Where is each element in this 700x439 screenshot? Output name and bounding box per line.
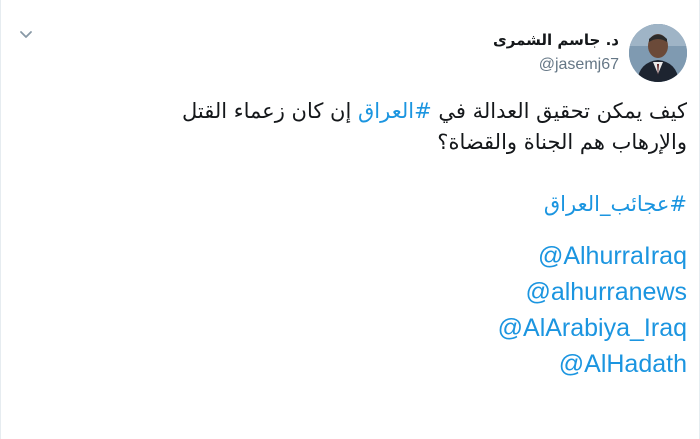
- author-names: د. جاسم الشمرى @jasemj67: [493, 30, 619, 76]
- hashtag-iraq-link[interactable]: #العراق: [358, 99, 432, 123]
- tweet-line-1-pre: كيف يمكن تحقيق العدالة في: [438, 99, 687, 123]
- tweet-line-1: كيف يمكن تحقيق العدالة في #العراق إن كان…: [27, 96, 687, 127]
- tweet-text: كيف يمكن تحقيق العدالة في #العراق إن كان…: [27, 96, 687, 382]
- mention-link[interactable]: @AlHadath: [27, 346, 687, 382]
- hashtag-line: #عجائب_العراق: [27, 189, 687, 220]
- avatar-image: [629, 24, 687, 82]
- author-display-name[interactable]: د. جاسم الشمرى: [493, 30, 619, 50]
- tweet-line-1-post: إن كان زعماء القتل: [182, 99, 352, 123]
- mention-link[interactable]: @alhurranews: [27, 274, 687, 310]
- tweet-line-2: والإرهاب هم الجناة والقضاة؟: [437, 130, 687, 154]
- tweet-header: د. جاسم الشمرى @jasemj67: [493, 24, 687, 82]
- hashtag-wonders-iraq-link[interactable]: #عجائب_العراق: [544, 192, 687, 216]
- mention-link[interactable]: @AlhurraIraq: [27, 238, 687, 274]
- avatar[interactable]: [629, 24, 687, 82]
- chevron-down-icon[interactable]: [19, 28, 33, 42]
- mention-link[interactable]: @AlArabiya_Iraq: [27, 310, 687, 346]
- author-handle[interactable]: @jasemj67: [493, 54, 619, 76]
- tweet-card: د. جاسم الشمرى @jasemj67 كيف يمكن تحقيق …: [0, 0, 700, 439]
- mentions-list: @AlhurraIraq @alhurranews @AlArabiya_Ira…: [27, 238, 687, 382]
